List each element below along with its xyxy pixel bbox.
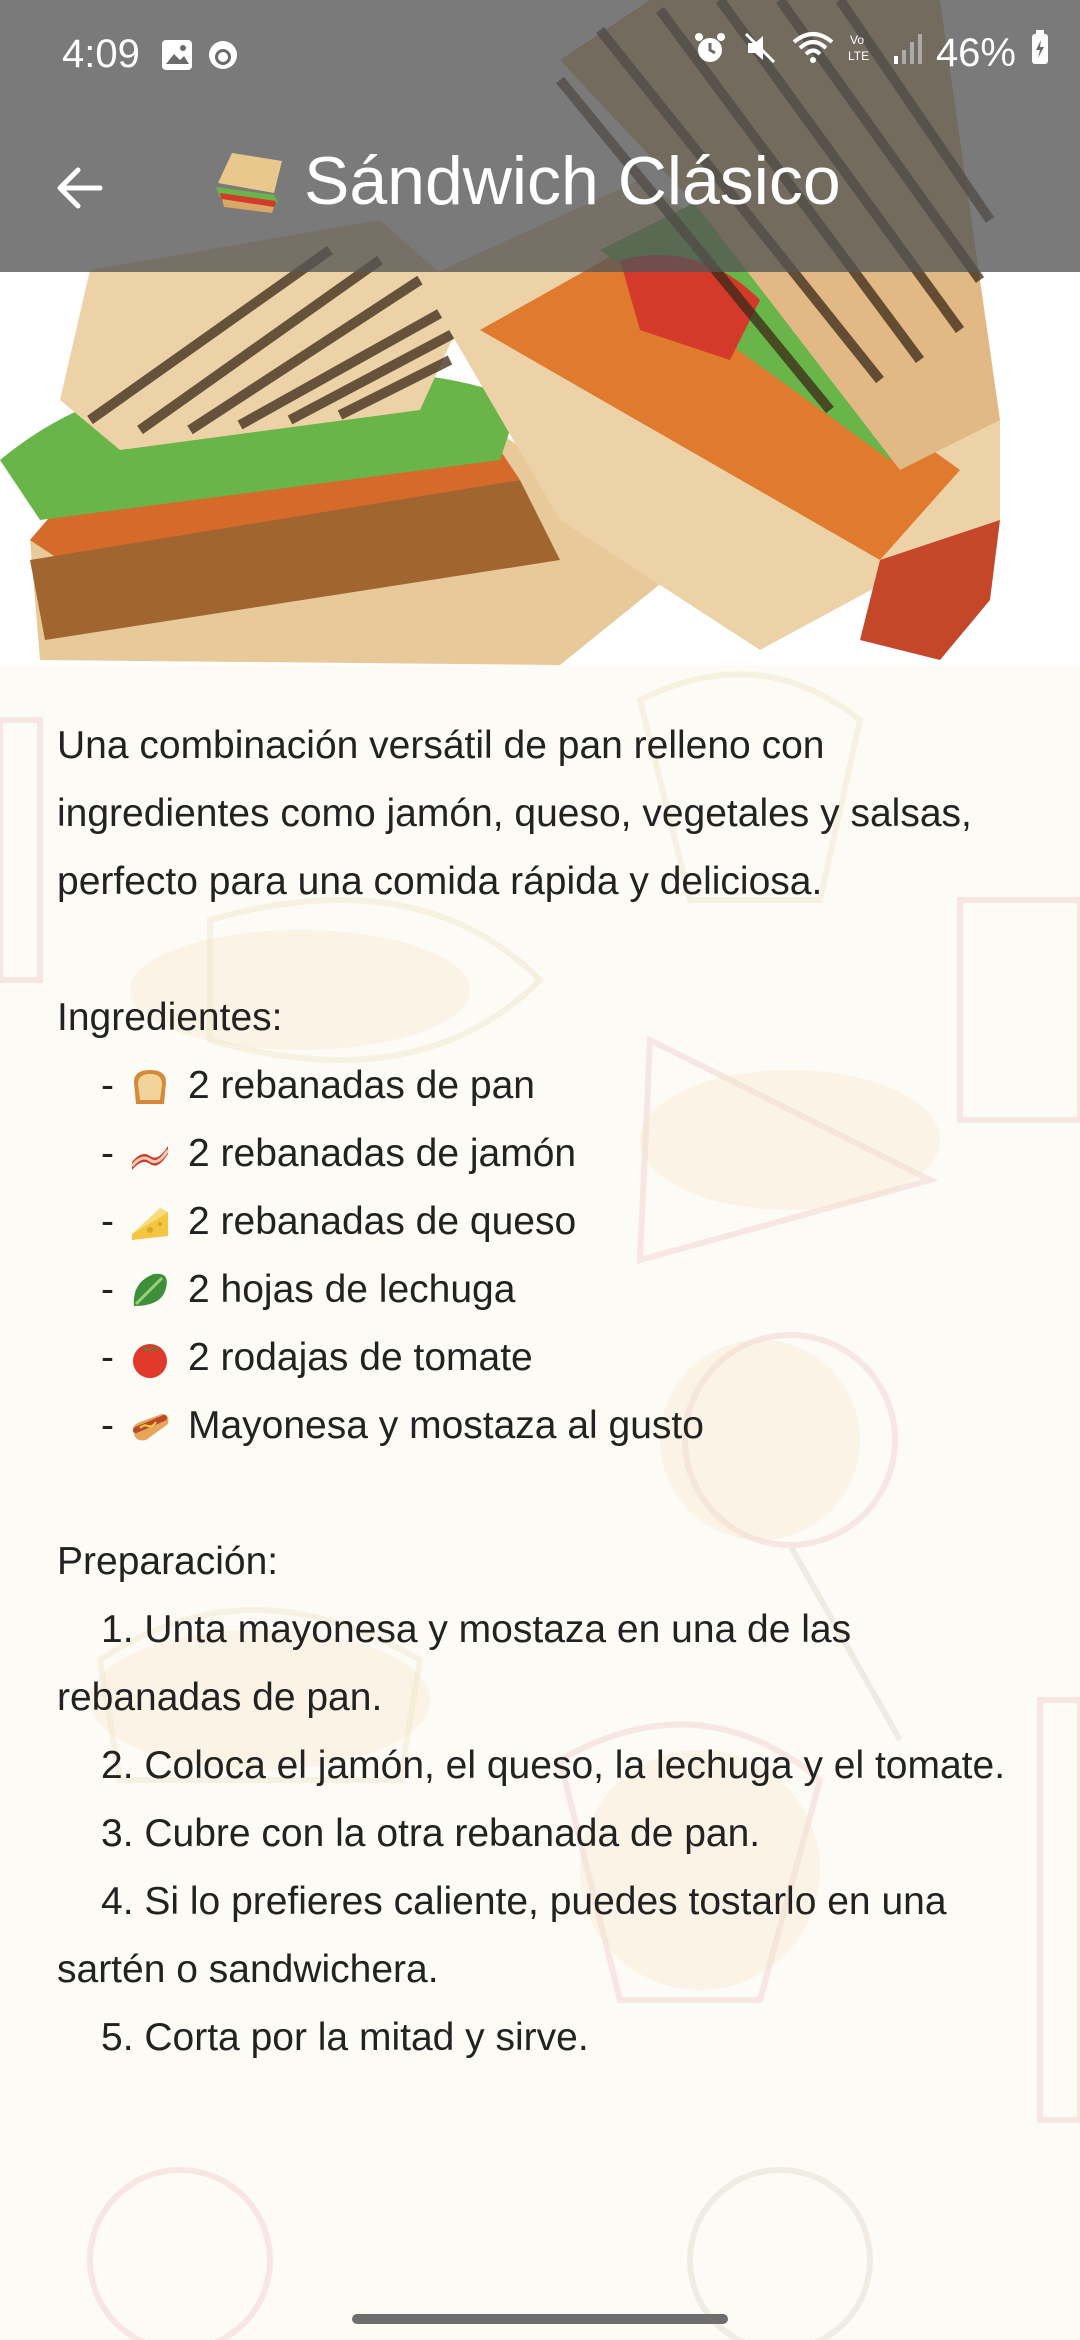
tomato-icon <box>126 1334 174 1382</box>
battery-icon <box>1030 30 1050 76</box>
ingredients-title: Ingredientes: <box>57 996 283 1039</box>
hotdog-icon <box>126 1402 174 1450</box>
page-title-text: Sándwich Clásico <box>304 143 841 219</box>
ingredient-item: - 2 rebanadas de jamón <box>57 1120 1017 1188</box>
recipe-description: Una combinación versátil de pan relleno … <box>57 724 972 903</box>
recipe-content: Una combinación versátil de pan relleno … <box>57 712 1017 2072</box>
ingredient-item: - Mayonesa y mostaza al gusto <box>57 1392 1017 1460</box>
arrow-left-icon <box>57 167 103 209</box>
ingredient-item: - 2 rebanadas de queso <box>57 1188 1017 1256</box>
preparation-title: Preparación: <box>57 1540 279 1583</box>
cheese-icon <box>126 1198 174 1246</box>
volte-icon: Vo LTE <box>848 30 878 76</box>
step-item: 3. Cubre con la otra rebanada de pan. <box>101 1812 761 1855</box>
status-bar: 4:09 Vo LTE 46% <box>0 0 1080 112</box>
status-time: 4:09 <box>62 32 140 76</box>
alarm-icon <box>692 30 728 76</box>
step-item: 2. Coloca el jamón, el queso, la lechuga… <box>101 1744 1006 1787</box>
sync-icon <box>206 38 240 82</box>
page-title: Sándwich Clásico <box>212 142 841 229</box>
back-button[interactable] <box>48 156 112 220</box>
toolbar: Sándwich Clásico <box>0 112 1080 272</box>
step-item: 1. Unta mayonesa y mostaza en una de las… <box>57 1608 852 1719</box>
ingredient-item: - 2 rodajas de tomate <box>57 1324 1017 1392</box>
bacon-icon <box>126 1130 174 1178</box>
ingredients-list: - 2 rebanadas de pan - 2 rebanadas de ja… <box>57 1052 1017 1460</box>
step-item: 5. Corta por la mitad y sirve. <box>101 2016 589 2059</box>
gesture-home-indicator[interactable] <box>352 2314 728 2324</box>
mute-icon <box>742 30 778 76</box>
wifi-icon <box>792 30 834 76</box>
svg-text:LTE: LTE <box>848 49 869 63</box>
battery-percentage: 46% <box>935 30 1016 75</box>
ingredient-item: - 2 hojas de lechuga <box>57 1256 1017 1324</box>
sandwich-icon <box>212 143 288 229</box>
cherry-doodle-icon <box>87 2167 273 2340</box>
ingredient-item: - 2 rebanadas de pan <box>57 1052 1017 1120</box>
gallery-icon <box>160 38 194 82</box>
step-item: 4. Si lo prefieres caliente, puedes tost… <box>57 1880 947 1991</box>
signal-icon <box>892 30 922 76</box>
bread-icon <box>126 1062 174 1110</box>
lettuce-icon <box>126 1266 174 1314</box>
preparation-steps: 1. Unta mayonesa y mostaza en una de las… <box>57 1596 1017 2072</box>
svg-text:Vo: Vo <box>850 33 864 47</box>
